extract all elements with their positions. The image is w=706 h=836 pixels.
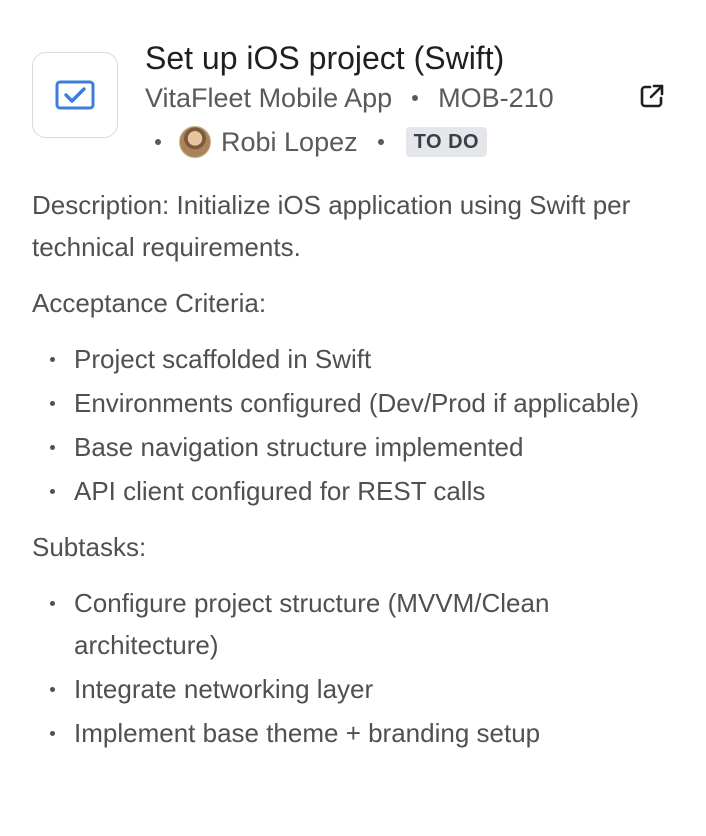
status-badge[interactable]: TO DO [405, 127, 488, 157]
separator-dot [412, 95, 419, 101]
issue-assignee-status-line: Robi Lopez TO DO [155, 124, 488, 160]
issue-key[interactable]: MOB-210 [438, 80, 554, 116]
list-item: Environments configured (Dev/Prod if app… [32, 382, 666, 424]
list-item: Project scaffolded in Swift [32, 338, 666, 380]
list-item: API client configured for REST calls [32, 470, 666, 512]
issue-title[interactable]: Set up iOS project (Swift) [145, 38, 504, 78]
checkbox-task-icon [55, 80, 95, 110]
list-item: Configure project structure (MVVM/Clean … [32, 582, 666, 666]
avatar[interactable] [179, 126, 211, 158]
issue-type-icon-box [32, 52, 118, 138]
acceptance-criteria-label: Acceptance Criteria: [32, 288, 267, 318]
list-item: Integrate networking layer [32, 668, 666, 710]
separator-dot [377, 139, 384, 145]
list-item: Base navigation structure implemented [32, 426, 666, 468]
acceptance-criteria-list: Project scaffolded in Swift Environments… [32, 338, 666, 512]
subtasks-label: Subtasks: [32, 532, 147, 562]
separator-dot [155, 139, 161, 145]
issue-description-body: Description: Initialize iOS application … [32, 184, 666, 756]
issue-header: Set up iOS project (Swift) VitaFleet Mob… [32, 36, 666, 166]
project-name[interactable]: VitaFleet Mobile App [145, 80, 392, 116]
description-text: Description: Initialize iOS application … [32, 190, 631, 262]
list-item: Implement base theme + branding setup [32, 712, 666, 754]
assignee-name[interactable]: Robi Lopez [221, 124, 358, 160]
subtasks-list: Configure project structure (MVVM/Clean … [32, 582, 666, 754]
issue-meta-line: VitaFleet Mobile App MOB-210 [145, 80, 554, 116]
external-link-icon[interactable] [638, 82, 666, 110]
